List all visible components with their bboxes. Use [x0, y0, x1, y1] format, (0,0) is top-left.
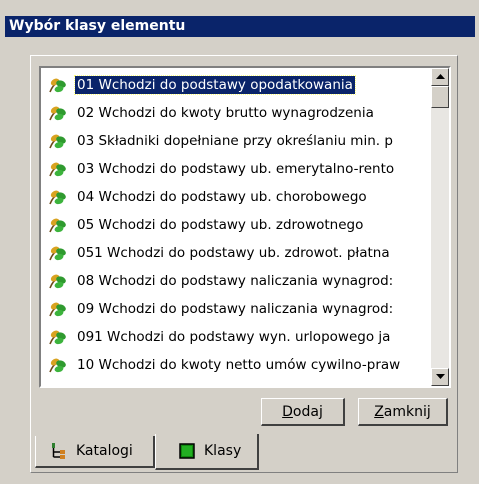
list-item[interactable]: 08 Wchodzi do podstawy naliczania wynagr… — [41, 268, 429, 294]
list-item[interactable]: 03 Wchodzi do podstawy ub. emerytalno-re… — [41, 156, 429, 182]
leaf-icon — [49, 274, 66, 289]
list-item-label: 04 Wchodzi do podstawy ub. chorobowego — [77, 189, 367, 205]
leaf-icon — [49, 190, 66, 205]
scroll-down-button[interactable] — [431, 368, 449, 386]
leaf-icon — [49, 106, 66, 121]
list-item-label: 02 Wchodzi do kwoty brutto wynagrodzenia — [77, 105, 374, 121]
list-item-label: 05 Wchodzi do podstawy ub. zdrowotnego — [77, 217, 364, 233]
list-item[interactable]: 09 Wchodzi do podstawy naliczania wynagr… — [41, 296, 429, 322]
close-button[interactable]: Zamknij — [358, 398, 448, 426]
add-button-label: odaj — [292, 403, 323, 420]
leaf-icon — [49, 134, 66, 149]
close-button-label: amknij — [383, 403, 431, 420]
list-item-label: 10 Wchodzi do kwoty netto umów cywilno-p… — [77, 357, 401, 373]
green-square-icon — [179, 443, 195, 459]
class-listbox[interactable]: 01 Wchodzi do podstawy opodatkowania 02 W… — [39, 66, 451, 388]
list-item[interactable]: 051 Wchodzi do podstawy ub. zdrowot. pła… — [41, 240, 429, 266]
list-item[interactable]: 05 Wchodzi do podstawy ub. zdrowotnego — [41, 212, 429, 238]
list-item[interactable]: 10 Wchodzi do kwoty netto umów cywilno-p… — [41, 352, 429, 378]
leaf-icon — [49, 246, 66, 261]
list-item-label: 03 Składniki dopełniane przy określaniu … — [77, 133, 393, 149]
scroll-up-button[interactable] — [431, 68, 449, 86]
list-item-label: 03 Wchodzi do podstawy ub. emerytalno-re… — [77, 161, 395, 177]
list-item[interactable]: 01 Wchodzi do podstawy opodatkowania — [41, 72, 429, 98]
arrow-down-icon — [435, 374, 445, 379]
add-button-hotkey: D — [282, 403, 293, 420]
window-title: Wybór klasy elementu — [5, 16, 475, 37]
leaf-icon — [49, 330, 66, 345]
list-item-label: 091 Wchodzi do podstawy wyn. urlopowego … — [77, 329, 391, 345]
tab-klasy-label: Klasy — [204, 443, 242, 459]
list-item[interactable]: 04 Wchodzi do podstawy ub. chorobowego — [41, 184, 429, 210]
list-item-label: 09 Wchodzi do podstawy naliczania wynagr… — [77, 301, 394, 317]
class-list[interactable]: 01 Wchodzi do podstawy opodatkowania 02 W… — [41, 68, 429, 386]
list-item[interactable]: 02 Wchodzi do kwoty brutto wynagrodzenia — [41, 100, 429, 126]
list-item-label: 051 Wchodzi do podstawy ub. zdrowot. pła… — [77, 245, 390, 261]
leaf-icon — [49, 302, 66, 317]
list-item-label: 01 Wchodzi do podstawy opodatkowania — [74, 75, 356, 95]
content-panel: 01 Wchodzi do podstawy opodatkowania 02 W… — [30, 55, 458, 473]
add-button[interactable]: Dodaj — [261, 398, 345, 426]
tab-katalogi-label: Katalogi — [76, 443, 133, 459]
leaf-icon — [49, 358, 66, 373]
vertical-scrollbar[interactable] — [431, 68, 449, 386]
leaf-icon — [49, 218, 66, 233]
list-item-label: 08 Wchodzi do podstawy naliczania wynagr… — [77, 273, 394, 289]
leaf-icon — [49, 162, 66, 177]
leaf-icon — [49, 78, 66, 93]
tab-klasy[interactable]: Klasy — [155, 434, 259, 470]
list-item[interactable]: 091 Wchodzi do podstawy wyn. urlopowego … — [41, 324, 429, 350]
close-button-hotkey: Z — [374, 403, 384, 420]
tab-katalogi[interactable]: Katalogi — [35, 436, 155, 468]
arrow-up-icon — [435, 74, 445, 79]
dialog-body: 01 Wchodzi do podstawy opodatkowania 02 W… — [5, 37, 475, 479]
scroll-thumb[interactable] — [431, 86, 449, 108]
list-item[interactable]: 03 Składniki dopełniane przy określaniu … — [41, 128, 429, 154]
tree-icon — [52, 443, 65, 459]
